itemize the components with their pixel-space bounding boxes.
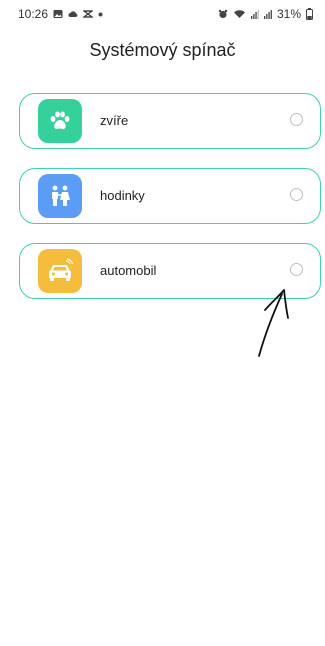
hand-drawn-arrow — [258, 289, 289, 357]
